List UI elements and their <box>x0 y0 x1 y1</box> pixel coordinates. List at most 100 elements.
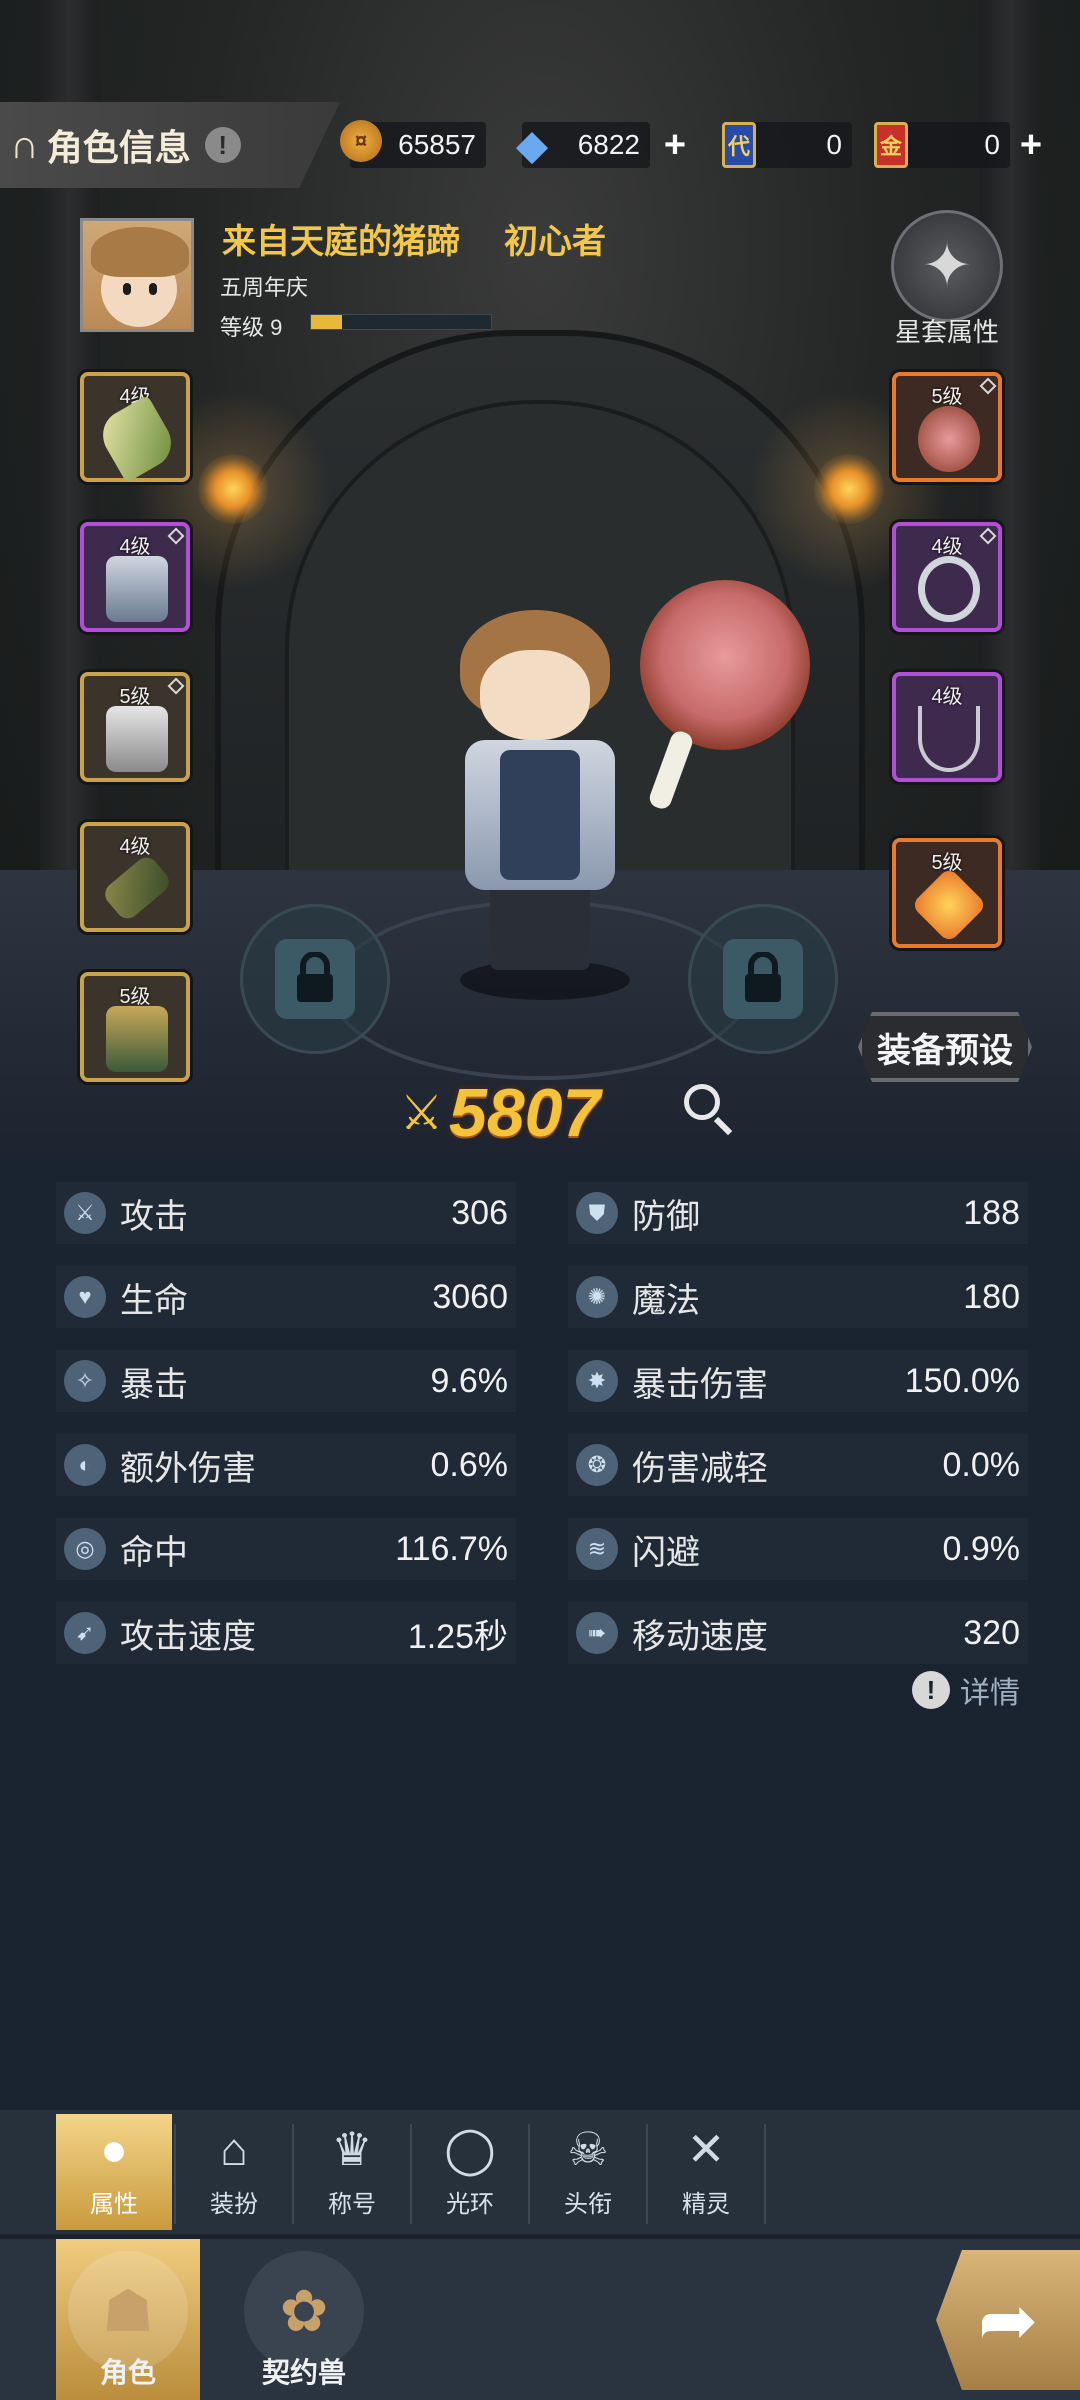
crystal-icon: ◆ <box>515 120 549 168</box>
blue-card-icon: 代 <box>722 122 756 168</box>
avatar[interactable] <box>80 218 194 332</box>
locked-slot-right[interactable] <box>688 904 838 1054</box>
fairy-icon: ✕ <box>686 2123 726 2175</box>
coat-icon <box>106 556 168 622</box>
shield-icon: ⛊ <box>576 1192 618 1234</box>
stat-value: 3060 <box>432 1277 508 1316</box>
share-arrow-button[interactable]: ➦ <box>936 2250 1080 2390</box>
stat-value: 0.0% <box>942 1445 1021 1484</box>
player-name: 来自天庭的猪蹄 <box>222 223 460 261</box>
player-title: 初心者 <box>504 223 606 261</box>
stat-crit-damage: ✸ 暴击伤害 150.0% <box>568 1350 1028 1412</box>
move-speed-icon: ➠ <box>576 1612 618 1654</box>
character-info-icon: ∩ <box>10 122 39 167</box>
info-icon[interactable]: ! <box>204 127 241 163</box>
amulet-icon <box>910 866 988 944</box>
tab-outfit[interactable]: ⌂ 装扮 <box>176 2114 292 2230</box>
tab-label: 属性 <box>90 2191 138 2218</box>
tab-title[interactable]: ♛ 称号 <box>294 2114 410 2230</box>
slot-level: 4级 <box>931 686 963 708</box>
stat-label: 闪避 <box>632 1533 700 1572</box>
tab-attributes[interactable]: ● 属性 <box>56 2114 172 2230</box>
magic-icon: ✺ <box>576 1276 618 1318</box>
player-subtitle: 五周年庆 <box>220 275 309 300</box>
equip-slot-weapon[interactable]: 4级 <box>80 372 190 484</box>
stat-value: 116.7% <box>395 1529 508 1568</box>
stat-label: 移动速度 <box>632 1617 768 1656</box>
stat-label: 伤害减轻 <box>632 1449 768 1488</box>
add-crystal-button[interactable]: + <box>656 126 694 164</box>
locked-slot-left[interactable] <box>240 904 390 1054</box>
character-model[interactable] <box>420 590 660 1010</box>
extra-damage-icon: ◐ <box>64 1444 106 1486</box>
stat-value: 306 <box>451 1193 508 1232</box>
combat-power: ⚔ 5807 <box>400 1075 660 1151</box>
stat-label: 暴击伤害 <box>632 1365 768 1404</box>
gold-card-counter: 金 0 + <box>874 122 1042 168</box>
stat-label: 攻击 <box>120 1197 188 1236</box>
nav-contract-beast[interactable]: ✿ 契约兽 <box>232 2239 376 2400</box>
crown-icon: ♛ <box>331 2123 373 2175</box>
tab-aura[interactable]: ◯ 光环 <box>412 2114 528 2230</box>
cloak-icon <box>106 1006 168 1072</box>
stat-value: 0.9% <box>942 1529 1021 1568</box>
equipment-preset-button[interactable]: 装备预设 <box>858 1012 1032 1082</box>
gold-card-value: 0 <box>984 129 1000 160</box>
boots-icon <box>106 706 168 772</box>
combat-power-value: 5807 <box>449 1075 601 1151</box>
torch-left-icon <box>198 454 268 524</box>
blue-card-value: 0 <box>826 129 842 160</box>
person-icon: ● <box>100 2123 128 2175</box>
ham-weapon-icon <box>630 580 810 812</box>
tab-label: 头衔 <box>564 2191 612 2218</box>
stat-label: 额外伤害 <box>120 1449 256 1488</box>
add-gold-card-button[interactable]: + <box>1012 126 1050 164</box>
stat-label: 暴击 <box>120 1365 188 1404</box>
equip-slot-amulet[interactable]: 5级 <box>892 838 1002 948</box>
attack-icon: ⚔ <box>64 1192 106 1234</box>
level-label: 等级 9 <box>220 315 283 340</box>
slot-level: 4级 <box>119 836 151 858</box>
level-progress-fill <box>311 315 342 329</box>
torch-right-icon <box>814 454 884 524</box>
tab-spirit[interactable]: ✕ 精灵 <box>648 2114 764 2230</box>
top-bar: ∩ 角色信息 ! ¤ 65857 ◆ 6822 + 代 0 金 0 + <box>0 102 1080 188</box>
lock-icon <box>723 939 803 1019</box>
equip-slot-ring[interactable]: 4级 <box>892 522 1002 632</box>
details-button[interactable]: ! 详情 <box>912 1668 1020 1712</box>
coin-icon: ¤ <box>340 120 382 162</box>
arrow-icon: ➦ <box>977 2281 1039 2361</box>
equip-slot-necklace[interactable]: 4级 <box>892 672 1002 782</box>
details-label: 详情 <box>960 1677 1020 1710</box>
stat-defense: ⛊ 防御 188 <box>568 1182 1028 1244</box>
coin-value: 65857 <box>398 129 476 160</box>
tab-rank[interactable]: ☠ 头衔 <box>530 2114 646 2230</box>
stat-value: 150.0% <box>904 1361 1020 1400</box>
equip-slot-bracer[interactable]: 4级 <box>80 822 190 932</box>
equip-slot-boots[interactable]: 5级 <box>80 672 190 782</box>
equip-slot-cloak[interactable]: 5级 <box>80 972 190 1082</box>
dodge-icon: ≋ <box>576 1528 618 1570</box>
blue-card-counter: 代 0 <box>722 122 852 168</box>
search-icon[interactable] <box>682 1082 736 1136</box>
stat-crit: ✧ 暴击 9.6% <box>56 1350 516 1412</box>
stat-attack-speed: ➹ 攻击速度 1.25秒 <box>56 1602 516 1664</box>
slot-level: 5级 <box>119 986 151 1008</box>
skull-wings-icon: ☠ <box>567 2123 609 2175</box>
heart-icon: ♥ <box>64 1276 106 1318</box>
nav-character[interactable]: ☗ 角色 <box>56 2239 200 2400</box>
attack-speed-icon: ➹ <box>64 1612 106 1654</box>
nav-label: 契约兽 <box>261 2357 346 2388</box>
crit-icon: ✧ <box>64 1360 106 1402</box>
stat-extra-damage: ◐ 额外伤害 0.6% <box>56 1434 516 1496</box>
stat-accuracy: ◎ 命中 116.7% <box>56 1518 516 1580</box>
title-banner: ∩ 角色信息 ! <box>0 102 340 188</box>
stat-value: 1.25秒 <box>407 1617 508 1656</box>
equip-slot-offhand[interactable]: 5级 <box>892 372 1002 482</box>
hanger-icon: ⌂ <box>220 2123 248 2175</box>
halo-icon: ◯ <box>444 2123 496 2175</box>
set-attributes-button[interactable]: ✦ 星套属性 <box>884 210 1010 350</box>
stat-label: 命中 <box>120 1533 188 1572</box>
ring-icon <box>918 556 980 622</box>
equip-slot-armor[interactable]: 4级 <box>80 522 190 632</box>
